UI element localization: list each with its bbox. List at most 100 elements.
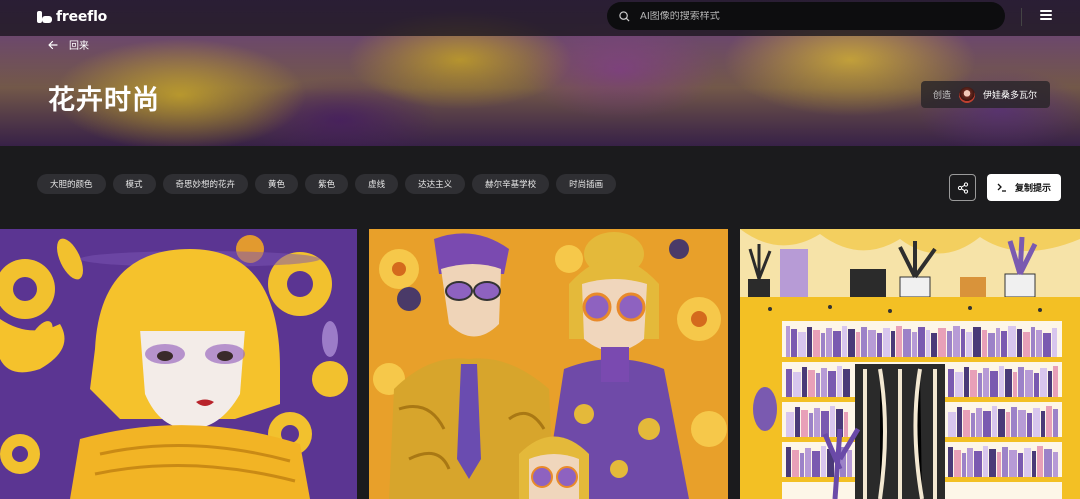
- creator-label: 创造: [933, 91, 952, 101]
- book-illustration: [961, 329, 965, 357]
- tag-chip[interactable]: 时尚插画: [556, 174, 617, 194]
- creator-badge[interactable]: 创造 伊娃桑多瓦尔: [921, 81, 1050, 108]
- book-illustration: [1033, 408, 1040, 437]
- book-illustration: [883, 328, 890, 357]
- tag-chip[interactable]: 达达主义: [405, 174, 466, 194]
- book-illustration: [1040, 368, 1047, 397]
- tag-chip[interactable]: 虚线: [355, 174, 399, 194]
- book-illustration: [1013, 372, 1017, 397]
- book-illustration: [1018, 453, 1023, 477]
- tag-list: 大胆的颜色 模式 奇思妙想的花卉 黄色 紫色 虚线 达达主义 赫尔辛基学校 时尚…: [37, 174, 617, 194]
- book-illustration: [842, 326, 847, 357]
- book-illustration: [1037, 446, 1043, 477]
- book-illustration: [821, 368, 827, 397]
- book-illustration: [809, 413, 813, 437]
- page-title: 花卉时尚: [48, 85, 160, 116]
- book-illustration: [844, 412, 848, 437]
- book-illustration: [962, 453, 966, 477]
- nav-divider: [1021, 8, 1022, 26]
- book-illustration: [896, 326, 902, 357]
- book-illustration: [1017, 329, 1022, 357]
- logo-text: freeflo: [56, 9, 108, 25]
- gallery-image: [369, 229, 728, 499]
- tag-chip[interactable]: 紫色: [305, 174, 349, 194]
- book-illustration: [1024, 448, 1031, 477]
- book-illustration: [1006, 412, 1010, 437]
- book-illustration: [1044, 449, 1052, 477]
- book-illustration: [931, 333, 937, 357]
- book-illustration: [826, 328, 832, 357]
- book-illustration: [1018, 367, 1024, 397]
- book-illustration: [1011, 407, 1017, 437]
- book-illustration: [821, 411, 829, 437]
- book-illustration: [848, 329, 855, 357]
- book-illustration: [1048, 371, 1052, 397]
- search-input[interactable]: [640, 10, 980, 22]
- book-illustration: [1036, 330, 1042, 357]
- book-illustration: [978, 373, 982, 397]
- book-illustration: [955, 372, 963, 397]
- book-illustration: [976, 408, 982, 437]
- book-illustration: [868, 330, 876, 357]
- book-illustration: [812, 451, 820, 477]
- hamburger-menu-icon[interactable]: [1040, 10, 1054, 22]
- share-button[interactable]: [949, 174, 976, 201]
- book-illustration: [903, 329, 911, 357]
- tag-chip[interactable]: 黄色: [255, 174, 299, 194]
- tag-chip[interactable]: 模式: [112, 174, 156, 194]
- book-illustration: [1025, 370, 1033, 397]
- logo[interactable]: freeflo: [37, 9, 107, 25]
- gallery-image: [0, 229, 357, 499]
- gallery-card[interactable]: [369, 229, 728, 499]
- book-illustration: [814, 408, 820, 437]
- book-illustration: [833, 331, 841, 357]
- book-illustration: [891, 331, 895, 357]
- book-illustration: [989, 449, 996, 477]
- book-illustration: [813, 330, 820, 357]
- book-illustration: [963, 410, 970, 437]
- book-illustration: [983, 446, 988, 477]
- book-illustration: [793, 372, 801, 397]
- book-illustration: [800, 453, 804, 477]
- book-illustration: [856, 332, 860, 357]
- book-illustration: [807, 327, 812, 357]
- gallery-card[interactable]: [0, 229, 357, 499]
- book-illustration: [1043, 333, 1051, 357]
- tag-chip[interactable]: 奇思妙想的花卉: [162, 174, 249, 194]
- book-illustration: [970, 370, 977, 397]
- book-illustration: [877, 333, 882, 357]
- book-illustration: [837, 366, 842, 397]
- terminal-icon: [997, 183, 1006, 192]
- back-link[interactable]: 回来: [48, 37, 89, 52]
- book-illustration: [801, 410, 808, 437]
- book-illustration: [973, 327, 981, 357]
- book-illustration: [802, 367, 807, 397]
- book-illustration: [948, 447, 953, 477]
- book-illustration: [1009, 450, 1017, 477]
- gallery-card[interactable]: [740, 229, 1080, 499]
- book-illustration: [918, 327, 925, 357]
- search-bar[interactable]: [607, 2, 1005, 30]
- book-illustration: [1005, 369, 1012, 397]
- book-illustration: [1034, 373, 1039, 397]
- logo-icon: [37, 11, 52, 23]
- book-illustration: [1032, 451, 1036, 477]
- book-illustration: [953, 326, 960, 357]
- book-illustration: [1008, 326, 1016, 357]
- book-illustration: [992, 406, 997, 437]
- book-illustration: [966, 332, 972, 357]
- tag-chip[interactable]: 大胆的颜色: [37, 174, 106, 194]
- book-illustration: [957, 407, 962, 437]
- book-illustration: [795, 407, 800, 437]
- book-illustration: [847, 450, 852, 477]
- top-nav: freeflo: [0, 0, 1080, 36]
- book-illustration: [983, 411, 991, 437]
- tag-chip[interactable]: 赫尔辛基学校: [472, 174, 550, 194]
- book-illustration: [786, 412, 794, 437]
- copy-prompt-button[interactable]: 复制提示: [987, 174, 1061, 201]
- book-illustration: [786, 369, 792, 397]
- back-label: 回来: [69, 41, 89, 52]
- book-illustration: [948, 369, 954, 397]
- book-illustration: [792, 450, 799, 477]
- book-illustration: [861, 327, 867, 357]
